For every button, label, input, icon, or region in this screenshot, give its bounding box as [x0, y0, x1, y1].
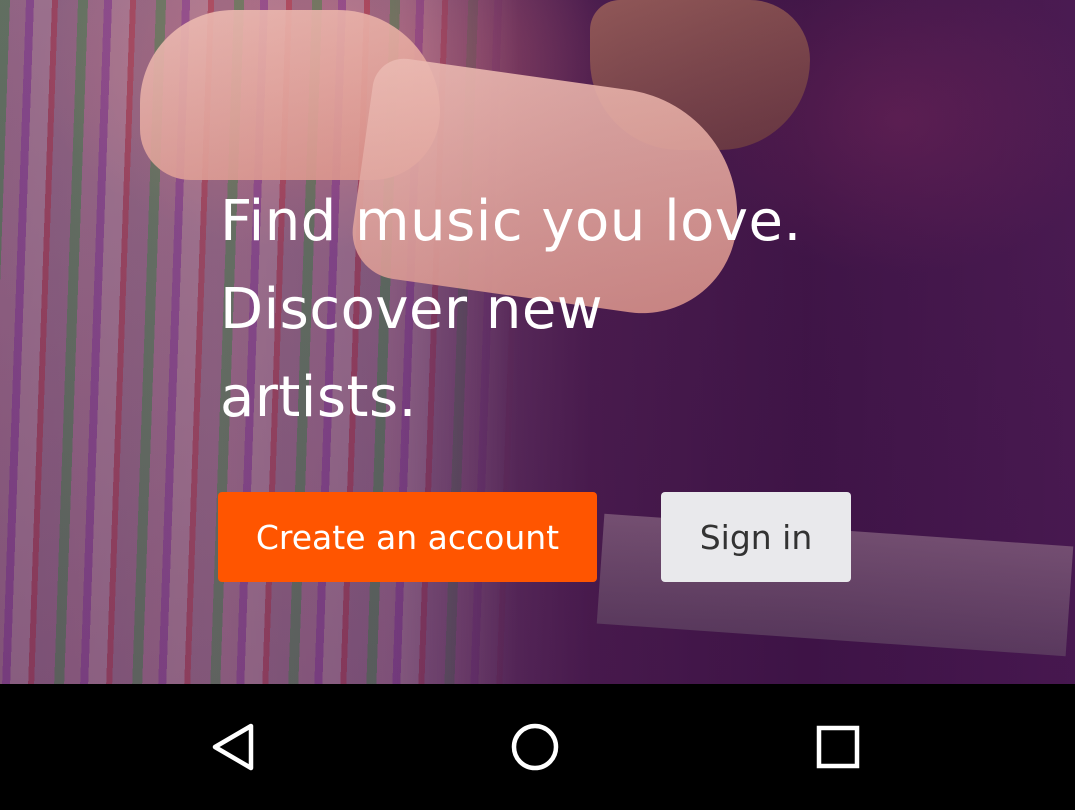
- home-button[interactable]: [490, 704, 580, 790]
- back-triangle-icon: [212, 723, 254, 771]
- recents-button[interactable]: [793, 704, 883, 790]
- sign-in-button[interactable]: Sign in: [661, 492, 851, 582]
- recents-square-icon: [816, 725, 860, 769]
- system-navigation-bar: [0, 684, 1075, 810]
- home-circle-icon: [511, 723, 559, 771]
- welcome-tagline: Find music you love. Discover new artist…: [220, 189, 802, 430]
- back-button[interactable]: [188, 704, 278, 790]
- create-account-button[interactable]: Create an account: [218, 492, 597, 582]
- welcome-screen: Find music you love. Discover new artist…: [0, 0, 1075, 810]
